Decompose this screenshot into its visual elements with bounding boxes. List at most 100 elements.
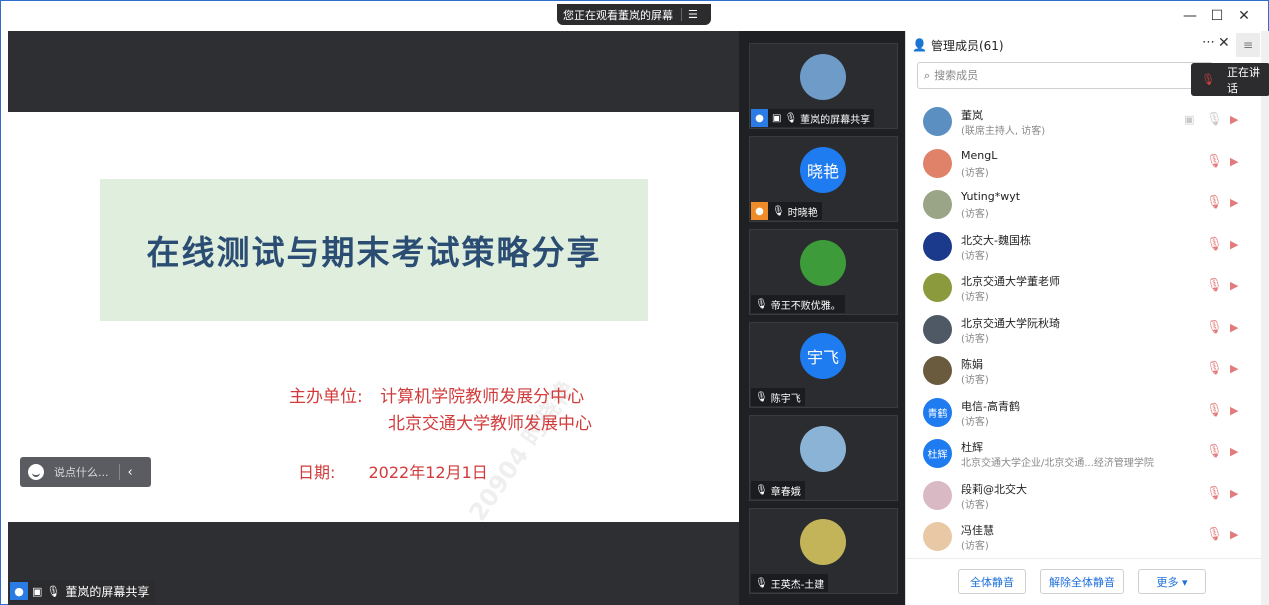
member-role: (访客) (961, 499, 989, 511)
avatar (923, 273, 952, 302)
list-item[interactable]: MengL (访客) 🎙 ▶ (906, 143, 1262, 184)
mute-all-button[interactable]: 全体静音 (958, 569, 1026, 594)
camera-off-icon[interactable]: ▶ (1230, 404, 1238, 417)
list-item[interactable]: 冯佳慧 (访客) 🎙 ▶ (906, 516, 1262, 557)
camera-off-icon[interactable]: ▶ (1230, 113, 1238, 126)
list-item[interactable]: Yuting*wyt (访客) 🎙 ▶ (906, 184, 1262, 225)
video-tile[interactable]: 宇飞 🎙 陈宇飞 (749, 322, 898, 408)
tile-name: 时晓艳 (787, 207, 818, 219)
mic-muted-icon: 🎙 (755, 391, 768, 403)
mic-muted-icon: 🎙 (755, 484, 768, 496)
mic-muted-icon[interactable]: 🎙 (1206, 403, 1223, 418)
maximize-button[interactable]: ☐ (1208, 7, 1226, 25)
scrollbar[interactable] (1261, 31, 1269, 605)
avatar (923, 522, 952, 551)
avatar (923, 480, 952, 510)
camera-off-icon[interactable]: ▶ (1230, 155, 1238, 168)
video-tile[interactable]: 🎙 帝王不败优雅。 (749, 229, 898, 315)
stage-name-label: ● ▣ 🎙 董岚的屏幕共享 (10, 580, 156, 602)
date-line: 日期: 2022年12月1日 (298, 459, 488, 483)
member-name: 电信-高青鹤 (961, 399, 1020, 413)
camera-off-icon[interactable]: ▶ (1230, 196, 1238, 209)
avatar (800, 240, 846, 286)
tile-name: 王英杰-土建 (770, 579, 825, 591)
close-window-button[interactable]: ✕ (1235, 7, 1253, 25)
member-role: (访客) (961, 292, 989, 303)
video-tiles-column: ● ▣ 🎙 董岚的屏幕共享 晓艳 ● 🎙 时晓艳 🎙 帝王不败优雅。 宇飞 🎙 … (739, 31, 905, 605)
menu-icon[interactable]: ≡ (1236, 33, 1260, 57)
banner-text: 您正在观看董岚的屏幕 (563, 8, 673, 22)
microphone-icon[interactable]: 🎙 (1206, 112, 1223, 127)
date-label: 日期: (298, 463, 336, 482)
person-icon: 👤 (912, 38, 927, 52)
list-item[interactable]: 杜辉 杜辉 北京交通大学企业/北京交通...经济管理学院 🎙 ▶ (906, 433, 1262, 474)
close-panel-icon[interactable]: ✕ (1218, 35, 1230, 51)
organizer-line-1: 主办单位: 计算机学院教师发展分中心 (289, 382, 584, 407)
member-role: (访客) (961, 167, 989, 179)
member-name: 北京交通大学阮秋琦 (961, 316, 1060, 330)
list-item[interactable]: 青鹤 电信-高青鹤 (访客) 🎙 ▶ (906, 392, 1262, 433)
video-tile[interactable]: 🎙 王英杰-土建 (749, 508, 898, 594)
camera-off-icon[interactable]: ▶ (1230, 528, 1238, 541)
list-item[interactable]: 北京交通大学董老师 (访客) 🎙 ▶ (906, 267, 1262, 308)
meeting-window: 您正在观看董岚的屏幕 ☰ — ☐ ✕ 在线测试与期末考试策略分享 20904 时… (0, 0, 1269, 605)
mic-muted-icon[interactable]: 🎙 (1206, 237, 1223, 252)
tile-label: 🎙 章春娥 (751, 481, 805, 499)
slide-title: 在线测试与期末考试策略分享 (146, 233, 602, 272)
members-panel: 👤 管理成员(61) ⋯ ✕ ≡ ⌕ 董岚(联席主持人, 访客)▣🎙▶MengL… (905, 31, 1262, 605)
screen-share-banner[interactable]: 您正在观看董岚的屏幕 ☰ (557, 4, 711, 25)
search-input[interactable] (934, 69, 1175, 82)
list-item[interactable]: 董岚 (联席主持人, 访客) ▣ 🎙 ▶ (906, 101, 1262, 142)
camera-off-icon[interactable]: ▶ (1230, 487, 1238, 500)
chat-placeholder[interactable]: 说点什么... (54, 464, 109, 480)
camera-off-icon[interactable]: ▶ (1230, 238, 1238, 251)
more-button[interactable]: 更多 ▾ (1138, 569, 1206, 594)
chat-input-box[interactable]: 说点什么... ‹ (20, 457, 151, 487)
member-role: (访客) (961, 209, 989, 220)
member-name: Yuting*wyt (961, 190, 1021, 203)
camera-off-icon[interactable]: ▶ (1230, 279, 1238, 292)
screen-share-icon: ▣ (32, 584, 43, 598)
video-tile[interactable]: 🎙 章春娥 (749, 415, 898, 501)
list-item[interactable]: 陈娟 (访客) 🎙 ▶ (906, 350, 1262, 391)
mic-muted-icon[interactable]: 🎙 (1206, 154, 1223, 169)
avatar: 杜辉 (923, 439, 952, 468)
member-role: (访客) (961, 250, 989, 262)
video-tile[interactable]: 晓艳 ● 🎙 时晓艳 (749, 136, 898, 222)
organizer-value-1: 计算机学院教师发展分中心 (380, 387, 585, 407)
mic-muted-icon[interactable]: 🎙 (1206, 486, 1223, 501)
mic-muted-icon: 🎙 (772, 205, 785, 217)
avatar (800, 426, 846, 472)
mic-muted-icon[interactable]: 🎙 (1206, 361, 1223, 376)
camera-off-icon[interactable]: ▶ (1230, 445, 1238, 458)
avatar (923, 107, 952, 136)
video-tile[interactable]: ● ▣ 🎙 董岚的屏幕共享 (749, 43, 898, 129)
microphone-icon: 🎙 (46, 584, 61, 598)
emoji-icon[interactable] (28, 464, 44, 480)
camera-off-icon[interactable]: ▶ (1230, 321, 1238, 334)
mic-muted-icon[interactable]: 🎙 (1206, 444, 1223, 459)
mic-muted-icon: 🎙 (755, 577, 768, 589)
mic-muted-icon[interactable]: 🎙 (1206, 320, 1223, 335)
chevron-left-icon[interactable]: ‹ (128, 465, 133, 480)
avatar: 宇飞 (800, 333, 846, 379)
list-icon[interactable]: ☰ (688, 8, 698, 21)
mic-muted-icon[interactable]: 🎙 (1206, 527, 1223, 542)
list-item[interactable]: 北京交通大学阮秋琦 (访客) 🎙 ▶ (906, 309, 1262, 350)
member-search[interactable]: ⌕ (917, 62, 1213, 89)
tile-label: ● 🎙 时晓艳 (751, 202, 822, 220)
mic-muted-icon[interactable]: 🎙 (1206, 195, 1223, 210)
shared-screen-stage: 在线测试与期末考试策略分享 20904 时晓艳 主办单位: 计算机学院教师发展分… (8, 31, 739, 605)
avatar (923, 356, 952, 385)
minimize-button[interactable]: — (1181, 7, 1199, 25)
member-role: (访客) (961, 416, 989, 428)
list-item[interactable]: 北交大-魏国栋 (访客) 🎙 ▶ (906, 226, 1262, 267)
mic-muted-icon[interactable]: 🎙 (1206, 278, 1223, 293)
list-item[interactable]: 段莉@北交大 (访客) 🎙 ▶ (906, 475, 1262, 516)
tile-name: 帝王不败优雅。 (770, 300, 841, 312)
member-name: 杜辉 (961, 441, 983, 454)
unmute-all-button[interactable]: 解除全体静音 (1040, 569, 1124, 594)
camera-off-icon[interactable]: ▶ (1230, 362, 1238, 375)
stage-label-text: 董岚的屏幕共享 (65, 584, 150, 599)
more-options-icon[interactable]: ⋯ (1202, 35, 1215, 50)
